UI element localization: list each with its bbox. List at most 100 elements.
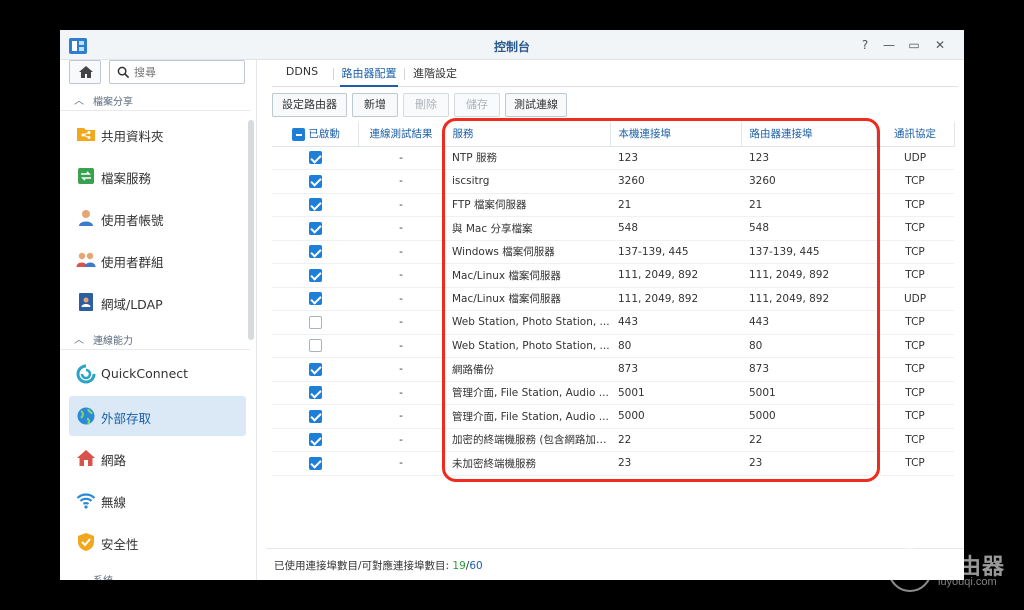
local-port-cell: 443 — [610, 310, 741, 335]
help-icon[interactable]: ? — [857, 37, 873, 53]
table-row[interactable]: - Web Station, Photo Station, ... 80 80 TCP — [272, 334, 954, 358]
sidebar-item-label: QuickConnect — [101, 366, 189, 381]
local-port-cell: 123 — [610, 146, 741, 170]
table-row[interactable]: - 加密的終端機服務 (包含網路加密... 22 22 TCP — [272, 428, 954, 452]
protocol-cell: TCP — [876, 240, 954, 264]
enabled-checkbox[interactable] — [308, 174, 322, 188]
service-cell: 未加密終端機服務 — [444, 451, 610, 476]
enabled-checkbox[interactable] — [308, 315, 322, 329]
header-service[interactable]: 服務 — [444, 122, 611, 147]
enabled-checkbox[interactable] — [308, 268, 322, 282]
watermark-logo: 路由器 luyouqi.com — [884, 544, 1024, 610]
enabled-checkbox[interactable] — [308, 339, 322, 353]
header-test-result[interactable]: 連線測試結果 — [358, 122, 445, 147]
protocol-cell: UDP — [876, 146, 954, 170]
table-row[interactable]: - 管理介面, File Station, Audio ... 5000 5000 TC… — [272, 404, 954, 429]
footer-status: 已使用連接埠數目/可對應連接埠數目: 19/60 — [266, 548, 964, 580]
section-label: 連線能力 — [93, 336, 133, 347]
sidebar: ︿ 檔案分享 共用資料夾 檔案服務 使用者帳號 — [60, 60, 257, 580]
sidebar-item-user[interactable]: 使用者帳號 — [69, 198, 246, 238]
user-icon — [79, 210, 93, 226]
tab-bar: DDNS 路由器配置 進階設定 — [272, 60, 958, 87]
service-cell: NTP 服務 — [444, 146, 610, 170]
section-system[interactable]: ︿ 系統 — [60, 568, 250, 580]
domain-icon — [79, 293, 93, 311]
table-row[interactable]: - FTP 檔案伺服器 21 21 TCP — [272, 193, 954, 217]
enabled-checkbox[interactable] — [308, 221, 322, 235]
minimize-icon[interactable]: — — [881, 37, 897, 53]
table-row[interactable]: - Web Station, Photo Station, ... 443 443 TC… — [272, 310, 954, 335]
section-label: 系統 — [93, 572, 113, 580]
table-row[interactable]: - 網路備份 873 873 TCP — [272, 357, 954, 382]
enabled-cell — [272, 146, 358, 170]
test-result-cell: - — [358, 428, 444, 452]
enabled-cell — [272, 240, 358, 264]
home-button[interactable] — [69, 60, 101, 84]
section-connectivity[interactable]: ︿ 連線能力 — [60, 328, 250, 350]
sidebar-item-label: 使用者群組 — [101, 255, 164, 270]
table-row[interactable]: - Windows 檔案伺服器 137-139, 445 137-139, 445 TC… — [272, 240, 954, 264]
header-enabled[interactable]: 已啟動 — [272, 122, 359, 147]
test-connection-button[interactable]: 測試連線 — [505, 93, 567, 117]
tab-separator — [404, 68, 405, 80]
enabled-cell — [272, 263, 358, 288]
table-row[interactable]: - 管理介面, File Station, Audio ... 5001 5001 TC… — [272, 381, 954, 405]
router-port-cell: 22 — [741, 428, 876, 452]
sidebar-item-wireless[interactable]: 無線 — [69, 480, 246, 520]
enabled-checkbox[interactable] — [308, 386, 322, 400]
protocol-cell: TCP — [876, 451, 954, 476]
protocol-cell: TCP — [876, 404, 954, 429]
service-cell: 網路備份 — [444, 357, 610, 382]
close-icon[interactable]: ✕ — [932, 37, 948, 53]
sidebar-item-group[interactable]: 使用者群組 — [69, 240, 246, 280]
sidebar-item-shared-folder[interactable]: 共用資料夾 — [69, 114, 246, 154]
add-button[interactable]: 新增 — [352, 93, 398, 117]
enabled-checkbox[interactable] — [308, 456, 322, 470]
quickconnect-icon — [76, 364, 96, 384]
test-result-cell: - — [358, 310, 444, 335]
tab-advanced[interactable]: 進階設定 — [410, 65, 460, 87]
maximize-icon[interactable]: ▭ — [906, 37, 922, 53]
sidebar-item-label: 網路 — [101, 453, 127, 468]
enabled-checkbox[interactable] — [308, 362, 322, 376]
save-button[interactable]: 儲存 — [454, 93, 500, 117]
sidebar-item-file-services[interactable]: 檔案服務 — [69, 156, 246, 196]
header-local-port[interactable]: 本機連接埠 — [610, 122, 742, 147]
sidebar-item-security[interactable]: 安全性 — [69, 522, 246, 562]
service-cell: 管理介面, File Station, Audio ... — [444, 404, 610, 429]
table-row[interactable]: - Mac/Linux 檔案伺服器 111, 2049, 892 111, 2049,… — [272, 263, 954, 288]
test-result-cell: - — [358, 263, 444, 288]
header-router-port[interactable]: 路由器連接埠 — [741, 122, 877, 147]
enabled-checkbox[interactable] — [308, 245, 322, 259]
search-input[interactable] — [134, 64, 239, 80]
tab-ddns[interactable]: DDNS — [280, 65, 324, 87]
service-cell: Windows 檔案伺服器 — [444, 240, 610, 264]
table-row[interactable]: -與 Mac 分享檔案 548 548 TCP — [272, 216, 954, 241]
table-row[interactable]: - NTP 服務 123 123 UDP — [272, 146, 954, 170]
search-field[interactable] — [109, 60, 245, 84]
service-cell: 管理介面, File Station, Audio ... — [444, 381, 610, 405]
delete-button[interactable]: 刪除 — [403, 93, 449, 117]
enabled-checkbox[interactable] — [308, 151, 322, 165]
sidebar-item-network[interactable]: 網路 — [69, 438, 246, 478]
setup-router-button[interactable]: 設定路由器 — [272, 93, 347, 117]
sidebar-scrollbar[interactable] — [248, 120, 254, 340]
sidebar-item-external-access[interactable]: 外部存取 — [69, 396, 246, 436]
enabled-checkbox[interactable] — [308, 198, 322, 212]
test-result-cell: - — [358, 193, 444, 217]
protocol-cell: TCP — [876, 169, 954, 194]
sidebar-item-quickconnect[interactable]: QuickConnect — [69, 354, 246, 394]
table-row[interactable]: - iscsitrg 3260 3260 TCP — [272, 169, 954, 194]
enabled-checkbox[interactable] — [308, 292, 322, 306]
enabled-checkbox[interactable] — [308, 409, 322, 423]
tab-router-config[interactable]: 路由器配置 — [340, 65, 398, 87]
header-protocol[interactable]: 通訊協定 — [876, 122, 955, 147]
table-row[interactable]: - 未加密終端機服務 23 23 TCP — [272, 451, 954, 476]
enabled-checkbox[interactable] — [308, 433, 322, 447]
select-all-checkbox[interactable] — [292, 127, 305, 141]
router-port-cell: 111, 2049, 892 — [741, 287, 876, 311]
section-file-sharing[interactable]: ︿ 檔案分享 — [60, 89, 250, 111]
local-port-cell: 5000 — [610, 404, 741, 429]
sidebar-item-domain-ldap[interactable]: 網域/LDAP — [69, 282, 246, 322]
table-row[interactable]: - Mac/Linux 檔案伺服器 111, 2049, 892 111, 2049,… — [272, 287, 954, 311]
